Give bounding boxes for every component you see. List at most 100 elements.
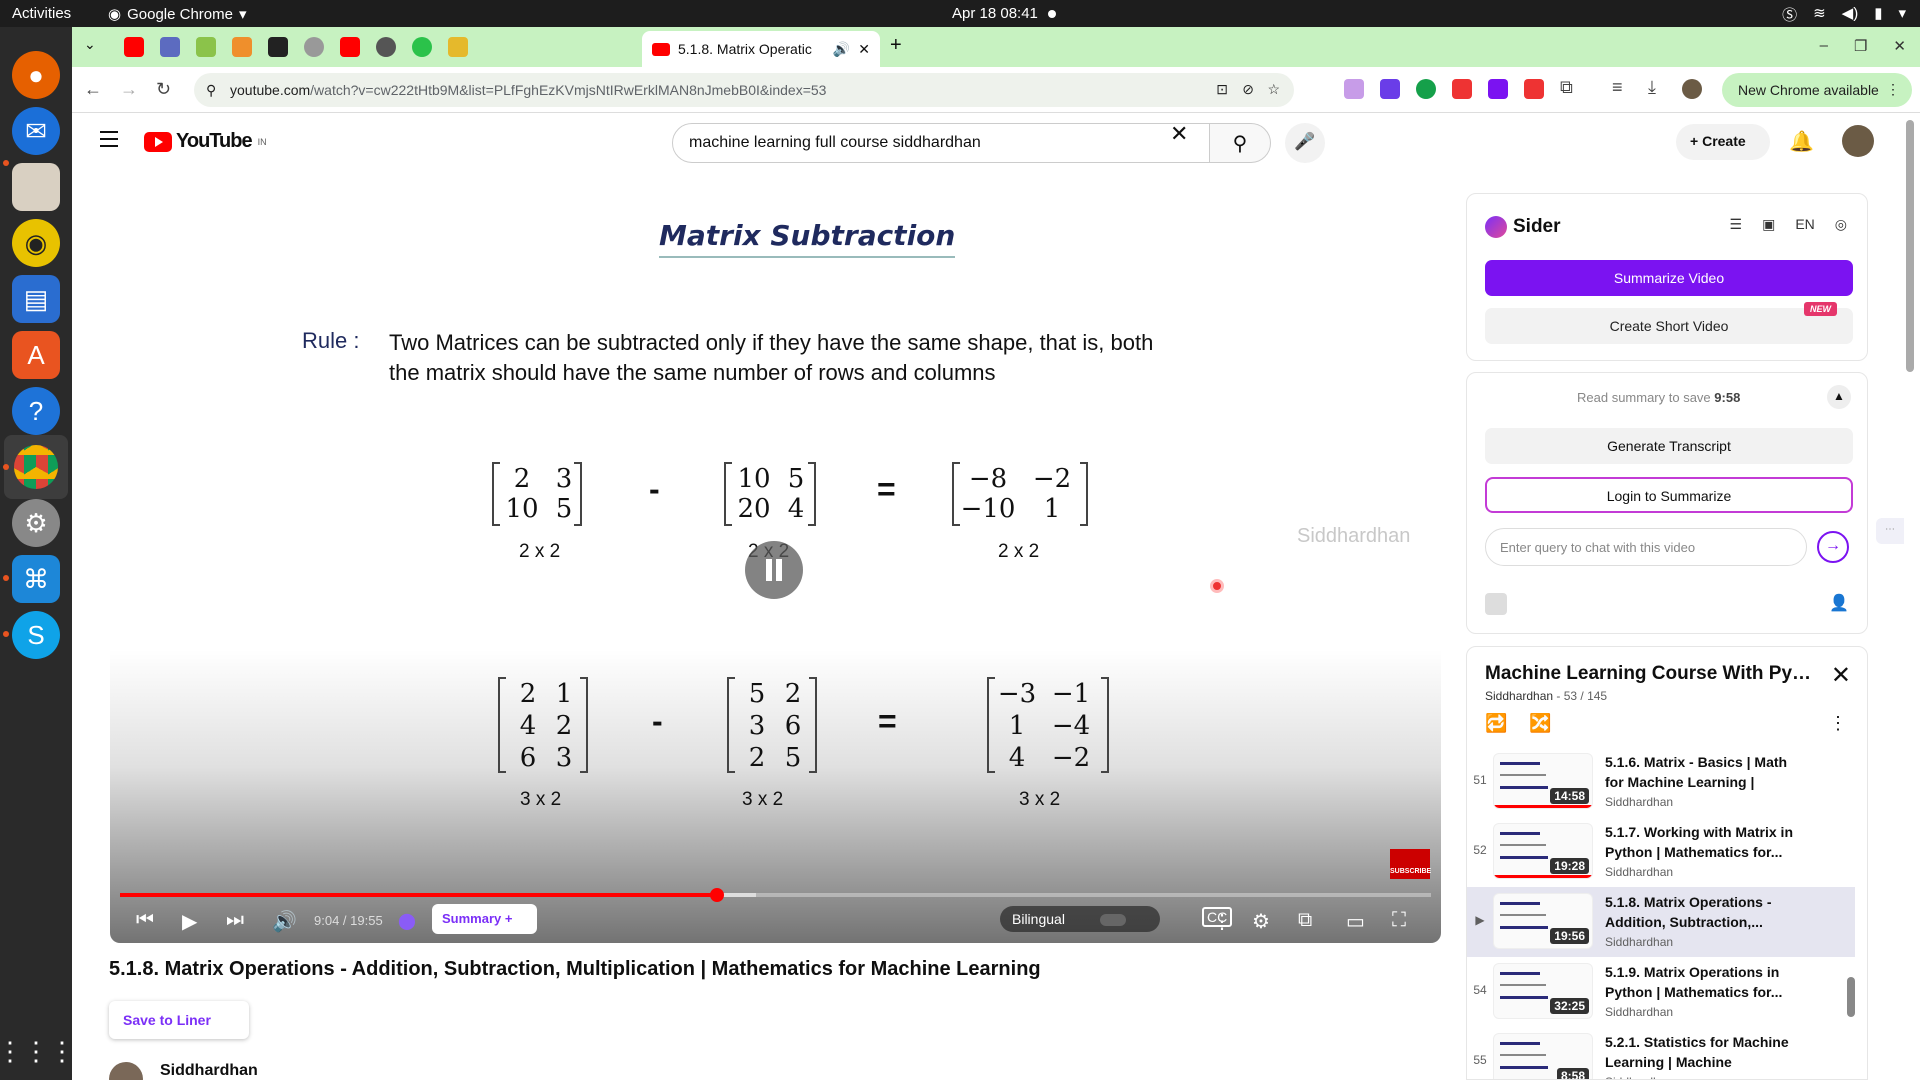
channel-avatar[interactable]: [109, 1062, 143, 1080]
playlist-item[interactable]: 54 32:25 5.1.9. Matrix Operations in Pytho…: [1467, 957, 1855, 1027]
loop-icon[interactable]: 🔁: [1485, 713, 1507, 734]
search-button[interactable]: ⚲: [1209, 123, 1271, 163]
playlist-item[interactable]: 52 19:28 5.1.7. Working with Matrix in Pyt…: [1467, 817, 1855, 887]
subscribe-watermark[interactable]: SUBSCRIBE: [1390, 849, 1431, 879]
liner-extension-icon[interactable]: [1488, 79, 1508, 99]
page-scrollbar[interactable]: [1906, 120, 1914, 372]
extensions-puzzle-icon[interactable]: ⧉: [1560, 77, 1573, 98]
tab-youtube-icon[interactable]: [124, 37, 144, 57]
tab-globe-icon[interactable]: [304, 37, 324, 57]
pause-icon[interactable]: [745, 541, 803, 599]
playlist-item[interactable]: ▶ 19:56 5.1.8. Matrix Operations - Additio…: [1467, 887, 1855, 957]
create-button[interactable]: + Create: [1676, 124, 1770, 160]
bilingual-toggle[interactable]: Bilingual: [1000, 906, 1160, 932]
thunderbird-icon[interactable]: ✉: [12, 107, 60, 155]
captions-icon[interactable]: CC: [1202, 907, 1233, 927]
tab-docs-icon[interactable]: [160, 37, 180, 57]
address-bar[interactable]: ⚲ youtube.com/watch?v=cw222tHtb9M&list=P…: [194, 73, 1294, 107]
tab-close-icon[interactable]: ✕: [858, 41, 870, 58]
settings-icon[interactable]: ⚙: [12, 499, 60, 547]
install-app-icon[interactable]: ⊡: [1216, 81, 1228, 98]
toggle-switch[interactable]: [1100, 914, 1126, 926]
reading-list-icon[interactable]: ≡: [1612, 77, 1623, 98]
close-window-icon[interactable]: ✕: [1893, 37, 1906, 55]
tab-search-icon[interactable]: ⌄: [84, 36, 96, 53]
vscode-icon[interactable]: ⌘: [12, 555, 60, 603]
login-to-summarize-button[interactable]: Login to Summarize: [1485, 477, 1853, 513]
download-icon[interactable]: ⤓: [1648, 77, 1656, 98]
tab-microsoft-icon[interactable]: [196, 37, 216, 57]
create-short-video-button[interactable]: Create Short Video NEW: [1485, 302, 1853, 344]
tab-aws-icon[interactable]: [268, 37, 288, 57]
save-to-liner-button[interactable]: Save to Liner: [109, 1001, 249, 1039]
tab-box-icon[interactable]: [232, 37, 252, 57]
playlist-item[interactable]: 55 8:58 5.2.1. Statistics for Machine Lear…: [1467, 1027, 1855, 1079]
channel-name[interactable]: Siddhardhan: [160, 1062, 258, 1080]
send-arrow-icon[interactable]: →: [1817, 531, 1849, 563]
theater-mode-icon[interactable]: ▭: [1346, 909, 1365, 934]
language-selector[interactable]: EN: [1795, 216, 1814, 233]
list-icon[interactable]: ☰: [1730, 216, 1743, 233]
shuffle-icon[interactable]: 🔀: [1529, 713, 1551, 734]
files-icon[interactable]: [12, 163, 60, 211]
back-icon[interactable]: ←: [84, 79, 102, 100]
forward-icon[interactable]: →: [120, 79, 138, 100]
tab-whatsapp-icon[interactable]: [412, 37, 432, 57]
more-options-icon[interactable]: ⋮: [1829, 713, 1847, 734]
show-apps-icon[interactable]: ⋮⋮⋮: [0, 1027, 75, 1075]
app-center-icon[interactable]: A: [12, 331, 60, 379]
profile-avatar[interactable]: [1682, 79, 1702, 99]
generate-transcript-button[interactable]: Generate Transcript: [1485, 428, 1853, 464]
caption-icon[interactable]: ▣: [1762, 216, 1775, 233]
clear-search-icon[interactable]: ✕: [1170, 121, 1188, 147]
reload-icon[interactable]: ↻: [156, 79, 171, 100]
tab-openai-icon[interactable]: [376, 37, 396, 57]
video-player[interactable]: Matrix Subtraction Rule : Two Matrices c…: [72, 169, 1441, 943]
volume-icon[interactable]: 🔊: [272, 909, 297, 934]
pen-extension-icon[interactable]: [1380, 79, 1400, 99]
new-tab-button[interactable]: +: [890, 34, 902, 57]
tab-colab-icon[interactable]: [448, 37, 468, 57]
summary-button[interactable]: Summary +: [432, 904, 537, 934]
new-extension-icon[interactable]: [1524, 79, 1544, 99]
tab-active[interactable]: 5.1.8. Matrix Operatic 🔊 ✕: [642, 31, 880, 67]
menu-icon[interactable]: [100, 131, 118, 152]
writer-icon[interactable]: ▤: [12, 275, 60, 323]
tab-youtube-icon[interactable]: [340, 37, 360, 57]
site-info-icon[interactable]: ⚲: [206, 82, 216, 99]
app-menu[interactable]: ◉ Google Chrome ▾: [108, 5, 247, 24]
progress-bar[interactable]: [120, 888, 1431, 902]
sider-sidebar-tab[interactable]: ⋯: [1876, 518, 1904, 544]
notifications-bell-icon[interactable]: 🔔: [1789, 129, 1814, 154]
previous-icon[interactable]: ⏮: [136, 909, 154, 932]
help-icon[interactable]: ?: [12, 387, 60, 435]
user-icon[interactable]: 👤: [1829, 593, 1849, 613]
rhythmbox-icon[interactable]: ◉: [12, 219, 60, 267]
avatar[interactable]: [1842, 125, 1874, 157]
play-icon[interactable]: ▶: [182, 909, 197, 934]
activities-button[interactable]: Activities: [12, 5, 71, 22]
youtube-logo[interactable]: YouTube IN: [144, 130, 267, 153]
settings-gear-icon[interactable]: ⚙: [1252, 909, 1270, 934]
new-extension-icon[interactable]: [1452, 79, 1472, 99]
playlist-item[interactable]: 51 14:58 5.1.6. Matrix - Basics | Math for…: [1467, 747, 1855, 817]
bookmark-star-icon[interactable]: ☆: [1267, 81, 1280, 98]
chevron-up-icon[interactable]: ▲: [1827, 385, 1851, 409]
fullscreen-icon[interactable]: ⛶: [1392, 909, 1406, 932]
skype-icon[interactable]: S: [12, 611, 60, 659]
summarize-video-button[interactable]: Summarize Video: [1485, 260, 1853, 296]
clock[interactable]: Apr 18 08:41: [952, 5, 1056, 22]
settings-icon[interactable]: ◎: [1835, 216, 1847, 233]
playlist-scrollbar[interactable]: [1847, 977, 1855, 1017]
minimize-icon[interactable]: –: [1820, 37, 1828, 55]
miniplayer-icon[interactable]: ⧉: [1298, 909, 1312, 932]
chrome-dock-icon[interactable]: [4, 435, 68, 499]
eye-off-icon[interactable]: ⊘: [1242, 81, 1254, 98]
grammarly-extension-icon[interactable]: [1416, 79, 1436, 99]
scrubber-handle[interactable]: [709, 888, 724, 902]
sider-mini-icon[interactable]: [1485, 593, 1507, 615]
playlist-title[interactable]: Machine Learning Course With Python: [1485, 663, 1815, 685]
search-input[interactable]: machine learning full course siddhardhan: [672, 123, 1210, 163]
restore-icon[interactable]: ❐: [1854, 37, 1867, 55]
new-chrome-available-button[interactable]: New Chrome available ⋮: [1722, 73, 1912, 107]
